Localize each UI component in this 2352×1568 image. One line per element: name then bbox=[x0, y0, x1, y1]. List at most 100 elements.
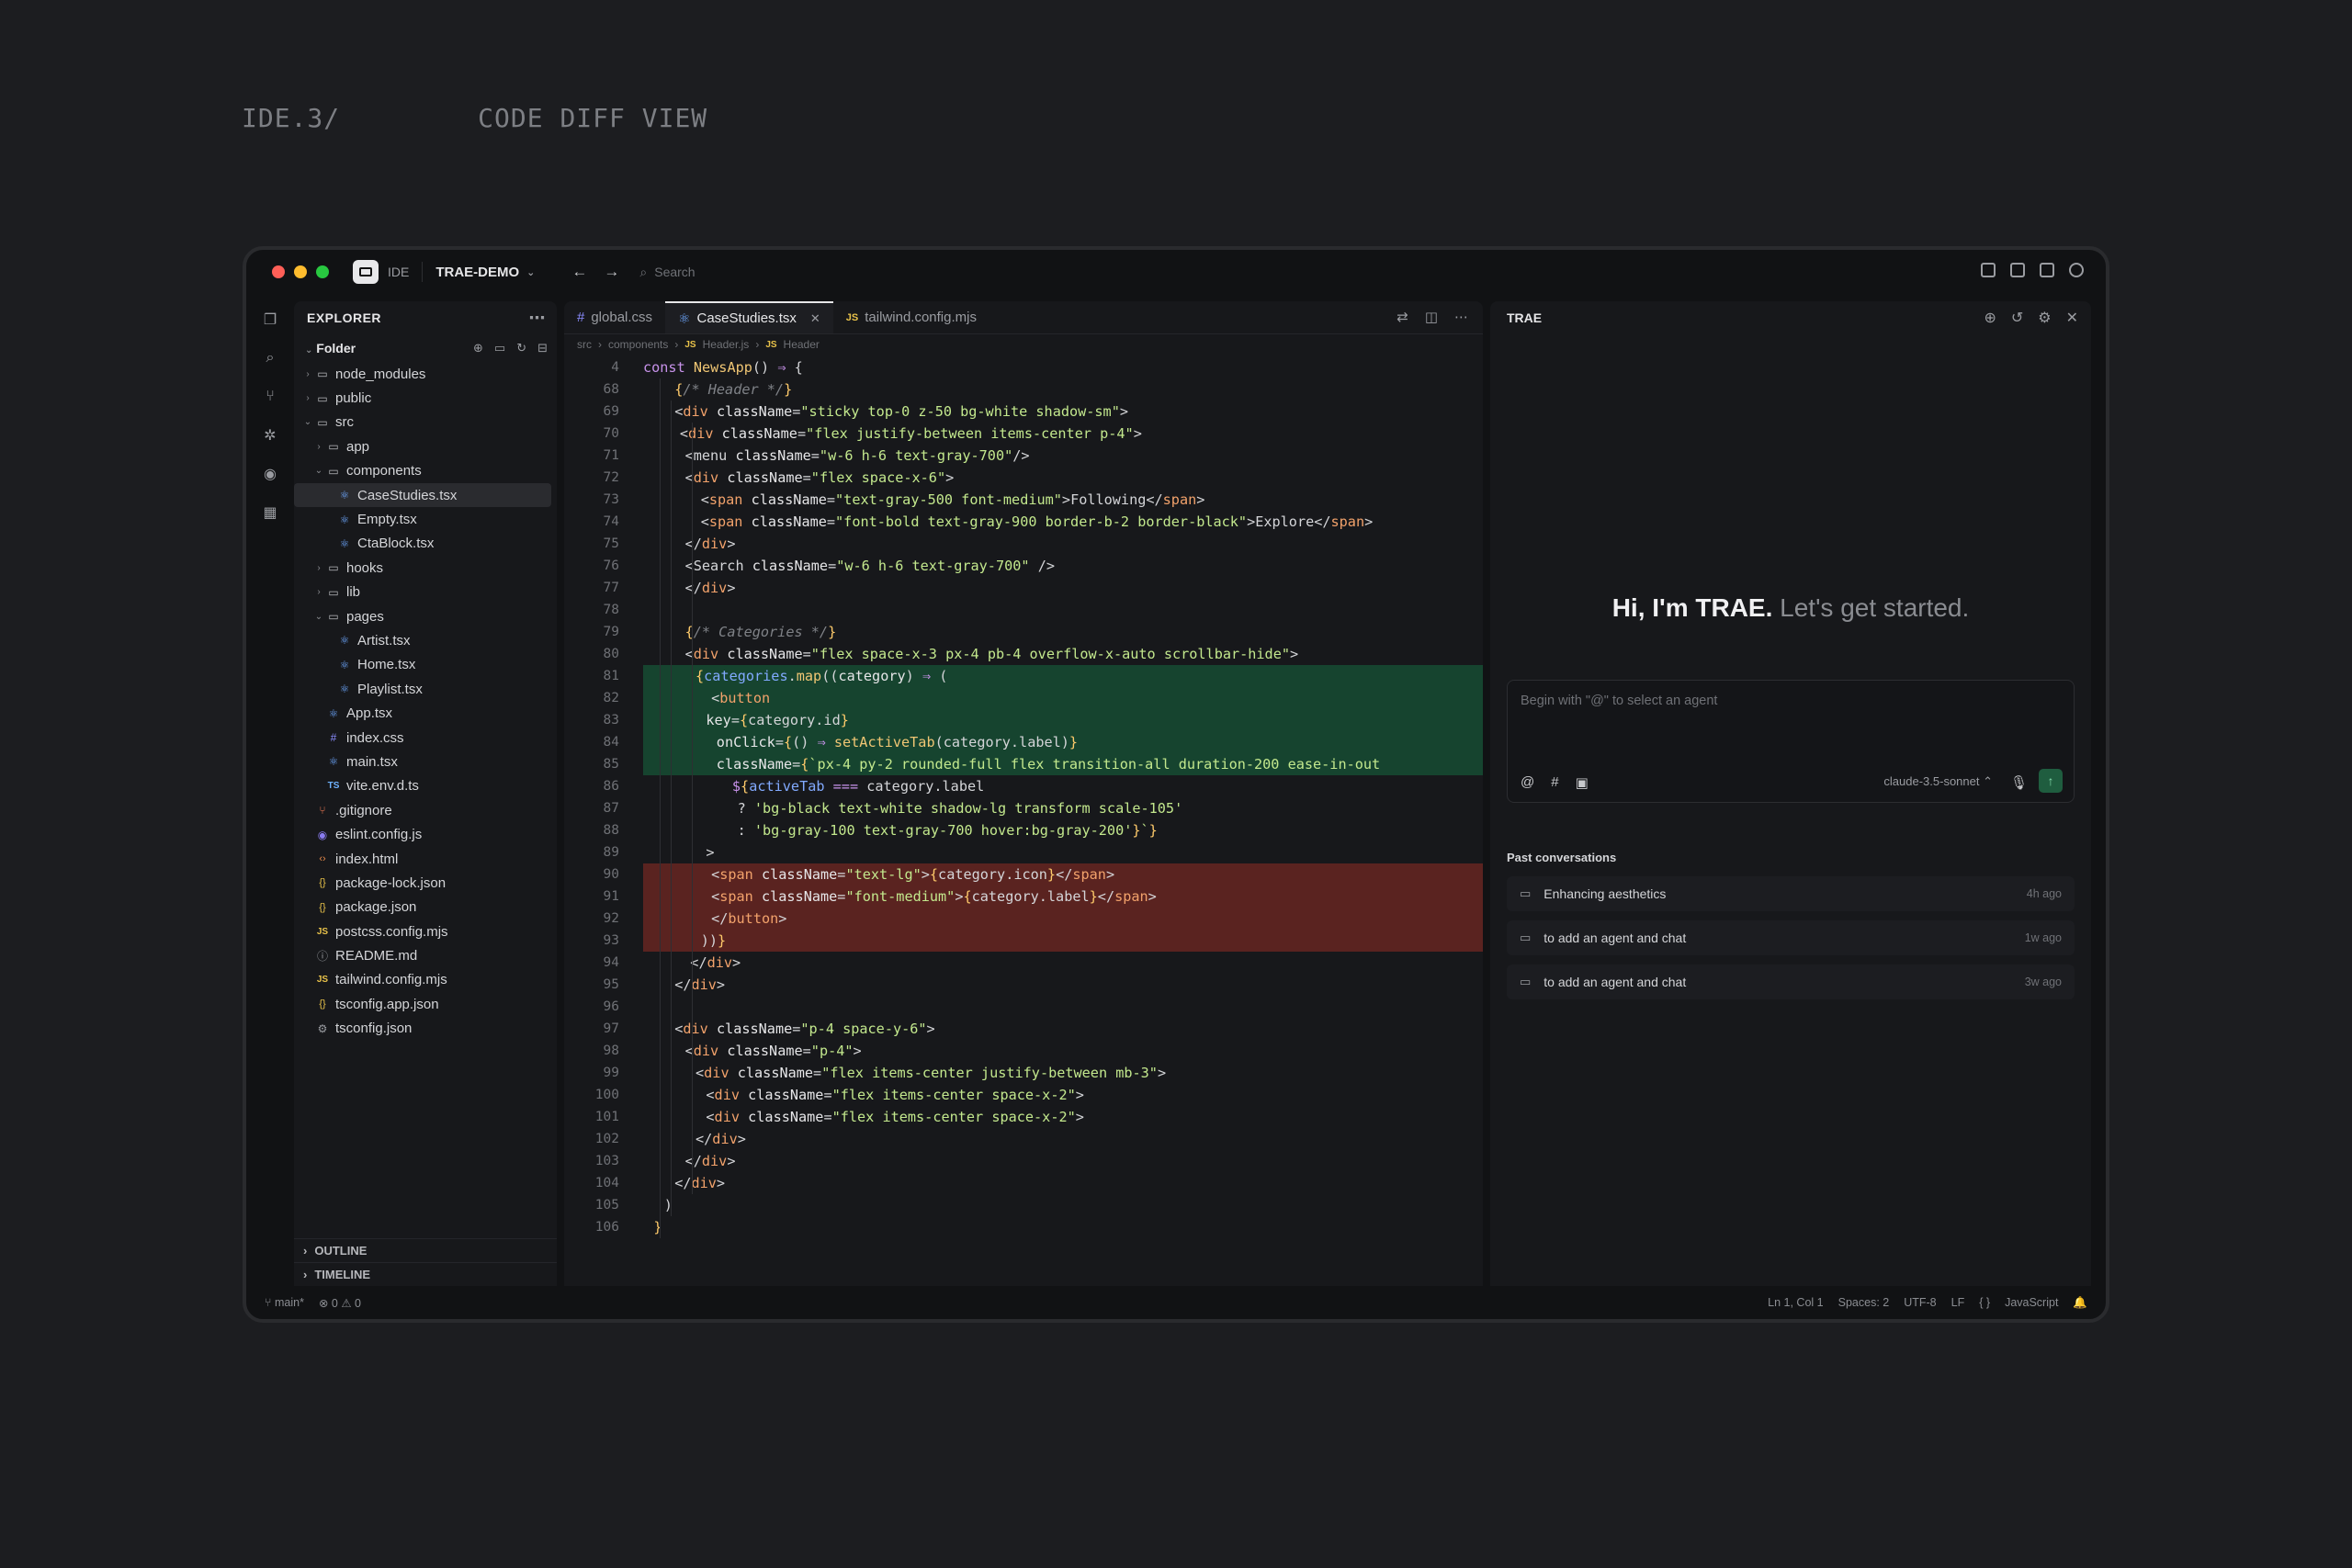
encoding[interactable]: UTF-8 bbox=[1904, 1296, 1936, 1310]
minimize-window-button[interactable] bbox=[294, 265, 307, 278]
search-bar[interactable]: ⌕ Search bbox=[639, 265, 695, 280]
collapse-all-icon[interactable]: ⊟ bbox=[537, 341, 548, 355]
folder-item[interactable]: ⌄ ▭ src bbox=[294, 411, 557, 434]
folder-item[interactable]: ⌄ ▭ components bbox=[294, 459, 557, 483]
root-folder[interactable]: ⌄ Folder ⊕ ▭ ↻ ⊟ bbox=[294, 334, 557, 362]
forward-arrow-icon[interactable]: → bbox=[604, 263, 619, 281]
line-number: 92 bbox=[603, 911, 619, 926]
file-item[interactable]: ◉ eslint.config.js bbox=[294, 822, 557, 846]
model-selector[interactable]: claude-3.5-sonnet ⌃ bbox=[1883, 774, 1993, 789]
close-tab-icon[interactable]: ✕ bbox=[810, 311, 820, 326]
code-line: 74 <span className="font-bold text-gray-9… bbox=[564, 511, 1483, 533]
conversation-item[interactable]: ▭ Enhancing aesthetics 4h ago bbox=[1507, 876, 2075, 911]
maximize-window-button[interactable] bbox=[316, 265, 329, 278]
close-icon[interactable]: ✕ bbox=[2066, 309, 2078, 327]
braces-icon[interactable]: { } bbox=[1979, 1296, 1990, 1310]
outline-section[interactable]: › OUTLINE bbox=[294, 1238, 557, 1262]
split-editor-icon[interactable]: ◫ bbox=[1425, 309, 1438, 325]
folder-item[interactable]: › ▭ hooks bbox=[294, 556, 557, 580]
file-item[interactable]: ⚛ CaseStudies.tsx bbox=[294, 482, 551, 508]
search-files-icon[interactable]: ⌕ bbox=[261, 349, 279, 367]
file-item[interactable]: ⚛ App.tsx bbox=[294, 701, 557, 725]
folder-item[interactable]: › ▭ app bbox=[294, 434, 557, 458]
editor-tab[interactable]: ⚛ CaseStudies.tsx ✕ bbox=[665, 301, 833, 333]
file-item[interactable]: {} package-lock.json bbox=[294, 871, 557, 895]
project-switcher[interactable]: TRAE-DEMO ⌄ bbox=[435, 265, 535, 280]
file-item[interactable]: JS postcss.config.mjs bbox=[294, 919, 557, 943]
file-item[interactable]: {} package.json bbox=[294, 896, 557, 919]
file-item[interactable]: {} tsconfig.app.json bbox=[294, 992, 557, 1016]
settings-gear-icon[interactable]: ⚙ bbox=[2038, 309, 2051, 327]
new-file-icon[interactable]: ⊕ bbox=[473, 341, 483, 355]
file-item[interactable]: TS vite.env.d.ts bbox=[294, 774, 557, 798]
account-icon[interactable] bbox=[2069, 263, 2084, 277]
code-text: </div> bbox=[674, 1175, 726, 1191]
file-item[interactable]: ⚛ Home.tsx bbox=[294, 653, 557, 677]
more-icon[interactable]: ⋯ bbox=[529, 309, 547, 328]
toggle-left-panel-icon[interactable] bbox=[1981, 263, 1996, 277]
tree-item-label: hooks bbox=[346, 559, 384, 576]
file-item[interactable]: ⚛ Empty.tsx bbox=[294, 507, 557, 531]
conversation-item[interactable]: ▭ to add an agent and chat 3w ago bbox=[1507, 964, 2075, 999]
folder-item[interactable]: › ▭ lib bbox=[294, 581, 557, 604]
language-mode[interactable]: JavaScript bbox=[2005, 1296, 2058, 1310]
file-item[interactable]: ⓘ README.md bbox=[294, 943, 557, 967]
image-icon[interactable]: ▣ bbox=[1576, 774, 1589, 791]
javascript-icon: JS bbox=[845, 311, 859, 323]
hash-icon[interactable]: # bbox=[1551, 774, 1558, 791]
extensions-icon[interactable]: ▦ bbox=[261, 503, 279, 522]
source-control-icon[interactable]: ⑂ bbox=[261, 388, 279, 406]
tab-label: tailwind.config.mjs bbox=[865, 310, 977, 325]
more-icon[interactable]: ⋯ bbox=[1454, 309, 1468, 325]
microphone-icon[interactable]: 🎙 bbox=[2010, 774, 2028, 791]
end-of-line[interactable]: LF bbox=[1951, 1296, 1965, 1310]
toggle-bottom-panel-icon[interactable] bbox=[2010, 263, 2025, 277]
breadcrumb-item[interactable]: Header.js bbox=[703, 338, 750, 351]
breadcrumb-item[interactable]: Header bbox=[784, 338, 820, 351]
send-button[interactable]: ↑ bbox=[2039, 769, 2063, 793]
mention-icon[interactable]: @ bbox=[1521, 774, 1534, 791]
editor-tab[interactable]: # global.css bbox=[564, 301, 665, 333]
files-icon[interactable]: ❐ bbox=[261, 310, 279, 329]
file-item[interactable]: ⚛ main.tsx bbox=[294, 750, 557, 773]
timeline-section[interactable]: › TIMELINE bbox=[294, 1262, 557, 1286]
search-placeholder: Search bbox=[654, 265, 695, 279]
file-item[interactable]: ⚛ CtaBlock.tsx bbox=[294, 532, 557, 556]
file-item[interactable]: ‹› index.html bbox=[294, 847, 557, 871]
file-item[interactable]: ⑂ .gitignore bbox=[294, 798, 557, 822]
new-chat-icon[interactable]: ⊕ bbox=[1984, 309, 1996, 327]
line-number: 69 bbox=[603, 404, 619, 419]
notifications-icon[interactable]: 🔔 bbox=[2073, 1296, 2087, 1310]
branch-indicator[interactable]: ⑂ main* bbox=[265, 1296, 304, 1309]
indentation[interactable]: Spaces: 2 bbox=[1838, 1296, 1890, 1310]
new-folder-icon[interactable]: ▭ bbox=[494, 341, 505, 355]
toggle-right-panel-icon[interactable] bbox=[2040, 263, 2054, 277]
close-window-button[interactable] bbox=[272, 265, 285, 278]
breadcrumb-item[interactable]: components bbox=[608, 338, 668, 351]
breadcrumb-item[interactable]: src bbox=[577, 338, 592, 351]
file-item[interactable]: JS tailwind.config.mjs bbox=[294, 968, 557, 992]
conversation-item[interactable]: ▭ to add an agent and chat 1w ago bbox=[1507, 920, 2075, 955]
page-heading: IDE.3/CODE DIFF VIEW bbox=[242, 103, 707, 133]
folder-item[interactable]: › ▭ node_modules bbox=[294, 362, 557, 386]
preview-eye-icon[interactable]: ◉ bbox=[261, 465, 279, 483]
file-item[interactable]: # index.css bbox=[294, 726, 557, 750]
compare-icon[interactable]: ⇄ bbox=[1396, 309, 1408, 325]
editor-tab[interactable]: JS tailwind.config.mjs bbox=[833, 301, 989, 333]
line-number: 4 bbox=[611, 360, 619, 375]
file-item[interactable]: ⚙ tsconfig.json bbox=[294, 1017, 557, 1041]
tree-item-label: README.md bbox=[335, 948, 418, 964]
code-editor[interactable]: 4 const NewsApp() ⇒ {68 {/* Header */} 69 <d… bbox=[564, 356, 1483, 1286]
folder-item[interactable]: ⌄ ▭ pages bbox=[294, 604, 557, 628]
cursor-position[interactable]: Ln 1, Col 1 bbox=[1768, 1296, 1823, 1310]
folder-item[interactable]: › ▭ public bbox=[294, 386, 557, 410]
chat-input[interactable]: Begin with "@" to select an agent @ # ▣ … bbox=[1507, 680, 2075, 803]
history-icon[interactable]: ↺ bbox=[2011, 309, 2023, 327]
debug-icon[interactable]: ✲ bbox=[261, 426, 279, 445]
chevron-down-icon: ⌄ bbox=[314, 611, 323, 622]
problems-indicator[interactable]: ⊗ 0 ⚠ 0 bbox=[319, 1296, 361, 1310]
refresh-icon[interactable]: ↻ bbox=[516, 341, 526, 355]
back-arrow-icon[interactable]: ← bbox=[571, 263, 587, 281]
file-item[interactable]: ⚛ Artist.tsx bbox=[294, 628, 557, 652]
file-item[interactable]: ⚛ Playlist.tsx bbox=[294, 677, 557, 701]
